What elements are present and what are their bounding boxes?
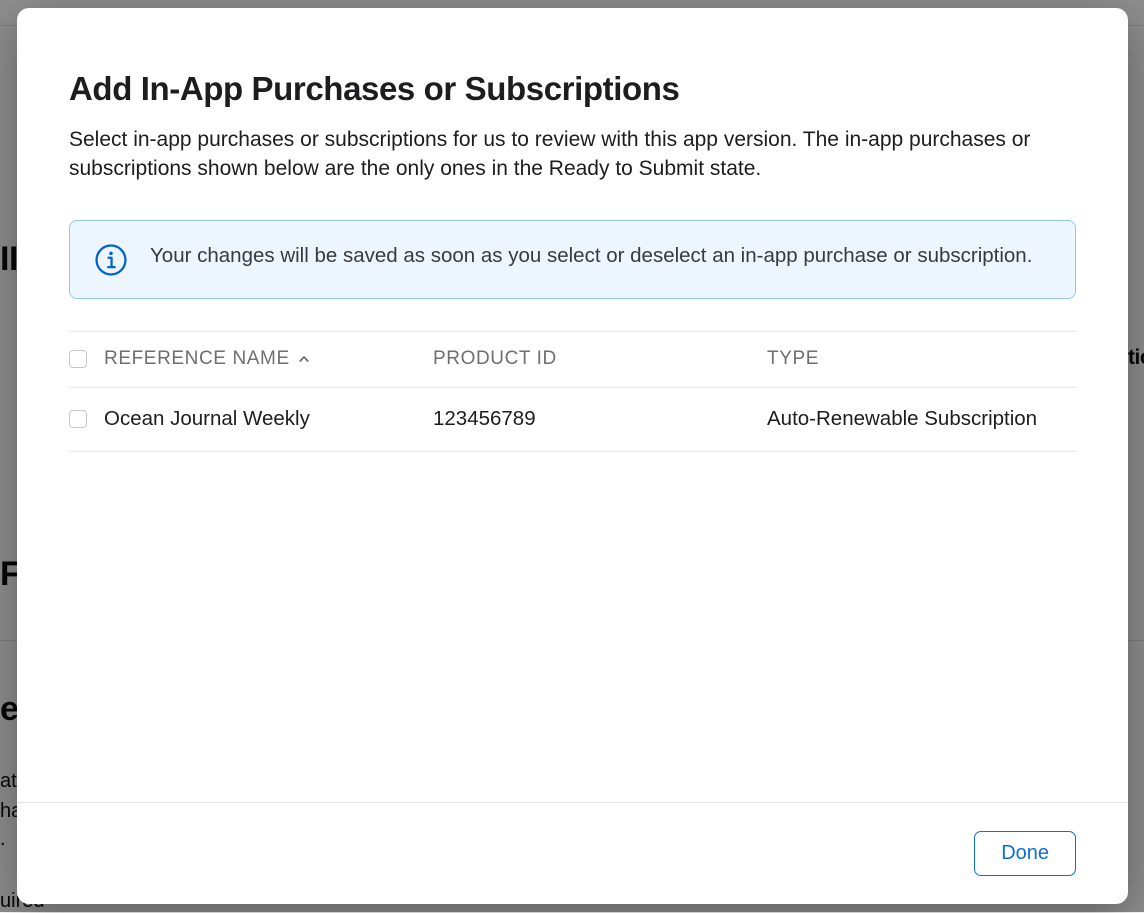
add-iap-modal: Add In-App Purchases or Subscriptions Se… [17, 8, 1128, 904]
modal-description: Select in-app purchases or subscriptions… [69, 126, 1076, 184]
column-header-reference-name[interactable]: REFERENCE NAME [104, 348, 433, 370]
modal-title: Add In-App Purchases or Subscriptions [69, 70, 1076, 108]
column-header-product-id[interactable]: PRODUCT ID [433, 348, 767, 370]
column-header-label: PRODUCT ID [433, 348, 557, 370]
cell-reference-name: Ocean Journal Weekly [104, 407, 433, 431]
info-banner-text: Your changes will be saved as soon as yo… [150, 242, 1032, 270]
done-button[interactable]: Done [974, 831, 1076, 876]
select-all-checkbox[interactable] [69, 350, 87, 368]
info-banner: Your changes will be saved as soon as yo… [69, 220, 1076, 299]
row-checkbox[interactable] [69, 410, 87, 428]
column-header-label: TYPE [767, 348, 819, 370]
info-icon [94, 243, 128, 277]
row-checkbox-cell [69, 410, 104, 428]
modal-body: Add In-App Purchases or Subscriptions Se… [17, 8, 1128, 802]
modal-footer: Done [17, 802, 1128, 904]
cell-product-id: 123456789 [433, 407, 767, 431]
cell-type: Auto-Renewable Subscription [767, 407, 1076, 431]
table-header-row: REFERENCE NAME PRODUCT ID TYPE [69, 332, 1076, 388]
column-header-label: REFERENCE NAME [104, 348, 290, 370]
table-row: Ocean Journal Weekly 123456789 Auto-Rene… [69, 388, 1076, 452]
column-header-type[interactable]: TYPE [767, 348, 1076, 370]
iap-table: REFERENCE NAME PRODUCT ID TYPE [69, 331, 1076, 452]
chevron-up-icon [298, 353, 310, 365]
select-all-cell [69, 350, 104, 368]
